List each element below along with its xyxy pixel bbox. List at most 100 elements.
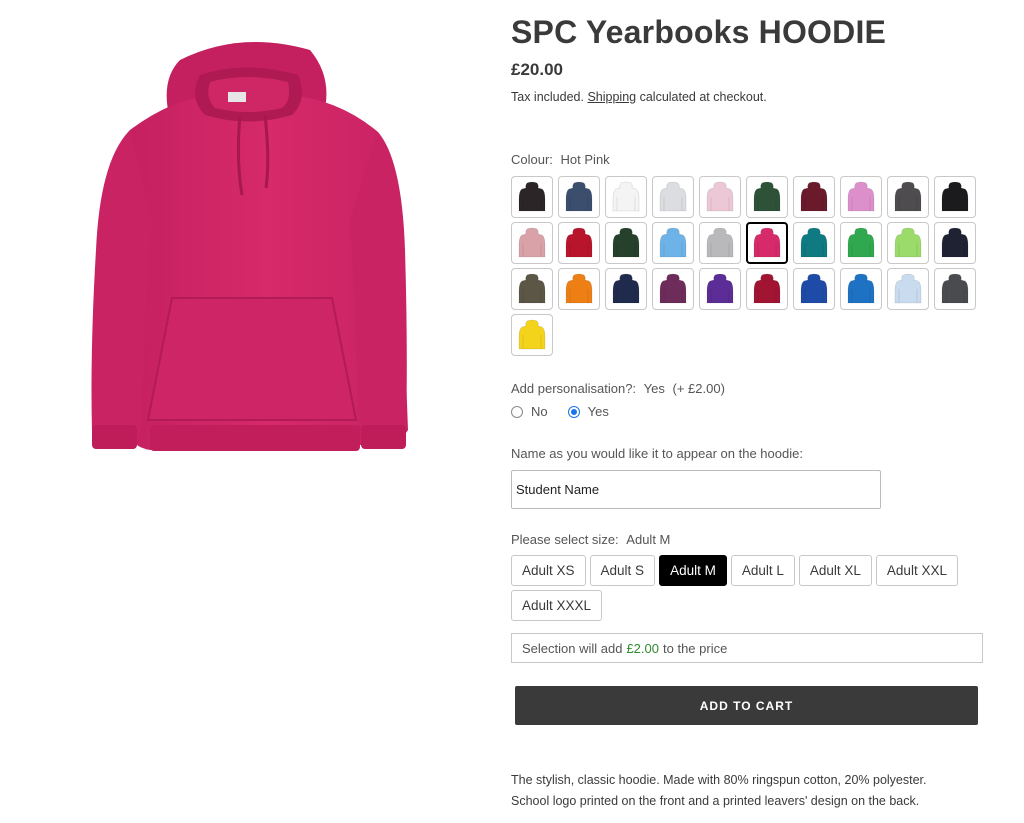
- size-button-adult-xxl[interactable]: Adult XXL: [875, 555, 958, 586]
- radio-yes[interactable]: [567, 405, 580, 418]
- colour-swatch-hot-pink[interactable]: [746, 222, 788, 264]
- colour-label-row: Colour: Hot Pink: [511, 152, 610, 167]
- hoodie-swatch-icon: [847, 273, 875, 304]
- colour-swatch-sky-blue[interactable]: [652, 222, 694, 264]
- colour-swatch-sky[interactable]: [887, 268, 929, 310]
- hoodie-swatch-icon: [706, 273, 734, 304]
- colour-swatch-kelly-green[interactable]: [840, 222, 882, 264]
- radio-no[interactable]: [511, 405, 523, 418]
- hoodie-swatch-icon: [847, 227, 875, 258]
- size-label: Please select size:: [511, 532, 619, 547]
- hoodie-swatch-icon: [941, 273, 969, 304]
- size-button-adult-s[interactable]: Adult S: [589, 555, 656, 586]
- hoodie-swatch-icon: [659, 227, 687, 258]
- hoodie-swatch-icon: [894, 273, 922, 304]
- hoodie-swatch-icon: [518, 273, 546, 304]
- personalisation-selected-value: Yes: [643, 381, 665, 396]
- personalisation-option-no[interactable]: No: [511, 404, 548, 419]
- hoodie-swatch-icon: [612, 181, 640, 212]
- colour-swatch-dusty-pink[interactable]: [511, 222, 553, 264]
- colour-swatch-oxford-navy[interactable]: [605, 268, 647, 310]
- colour-swatch-forest-green[interactable]: [605, 222, 647, 264]
- colour-swatch-lime-green[interactable]: [887, 222, 929, 264]
- colour-swatch-charcoal[interactable]: [887, 176, 929, 218]
- hoodie-swatch-icon: [565, 227, 593, 258]
- hoodie-swatch-icon: [847, 181, 875, 212]
- description-line-2: School logo printed on the front and a p…: [511, 794, 920, 808]
- price-note-prefix: Selection will add: [522, 640, 623, 656]
- colour-selected-value: Hot Pink: [560, 152, 610, 167]
- hoodie-swatch-icon: [612, 227, 640, 258]
- colour-swatch-jade[interactable]: [793, 222, 835, 264]
- hoodie-swatch-icon: [753, 227, 781, 258]
- colour-swatch-burgundy[interactable]: [793, 176, 835, 218]
- personalisation-label: Add personalisation?:: [511, 381, 637, 396]
- personalisation-radio-group: No Yes: [511, 404, 629, 419]
- colour-swatch-bottle-green[interactable]: [746, 176, 788, 218]
- colour-swatch-red-hot-chilli[interactable]: [746, 268, 788, 310]
- hoodie-swatch-icon: [800, 181, 828, 212]
- colour-swatch-airforce-blue[interactable]: [558, 176, 600, 218]
- tax-note: Tax included. Shipping calculated at che…: [511, 90, 767, 104]
- personalisation-option-yes[interactable]: Yes: [567, 404, 609, 419]
- size-button-adult-l[interactable]: Adult L: [730, 555, 795, 586]
- size-button-adult-xl[interactable]: Adult XL: [798, 555, 872, 586]
- shipping-link[interactable]: Shipping: [587, 90, 636, 104]
- hoodie-swatch-icon: [659, 273, 687, 304]
- size-button-adult-xs[interactable]: Adult XS: [511, 555, 586, 586]
- name-field-label: Name as you would like it to appear on t…: [511, 446, 803, 461]
- hoodie-swatch-icon: [894, 227, 922, 258]
- size-button-adult-xxxl[interactable]: Adult XXXL: [511, 590, 603, 621]
- price-note-suffix: to the price: [663, 640, 728, 656]
- size-button-adult-m[interactable]: Adult M: [659, 555, 727, 586]
- colour-swatch-baby-pink[interactable]: [699, 176, 741, 218]
- hoodie-swatch-icon: [518, 181, 546, 212]
- colour-swatch-fire-red[interactable]: [558, 222, 600, 264]
- colour-swatch-ash[interactable]: [652, 176, 694, 218]
- hoodie-illustration: [91, 42, 409, 451]
- radio-yes-label: Yes: [587, 404, 609, 419]
- size-label-row: Please select size: Adult M: [511, 532, 670, 547]
- product-price: £20.00: [511, 60, 563, 79]
- colour-swatch-sapphire-blue[interactable]: [840, 268, 882, 310]
- colour-swatch-new-french-navy[interactable]: [934, 222, 976, 264]
- colour-swatch-heather-grey[interactable]: [699, 222, 741, 264]
- colour-swatch-arctic-white[interactable]: [605, 176, 647, 218]
- hoodie-swatch-icon: [518, 227, 546, 258]
- tax-prefix: Tax included.: [511, 90, 584, 104]
- colour-swatch-black-smoke[interactable]: [511, 176, 553, 218]
- hoodie-swatch-icon: [518, 319, 546, 350]
- colour-swatch-grid: [511, 176, 981, 356]
- hoodie-swatch-icon: [659, 181, 687, 212]
- add-to-cart-button[interactable]: ADD TO CART: [515, 686, 978, 725]
- hoodie-swatch-icon: [941, 227, 969, 258]
- hoodie-swatch-icon: [565, 273, 593, 304]
- colour-swatch-plum[interactable]: [652, 268, 694, 310]
- colour-label: Colour:: [511, 152, 553, 167]
- hoodie-swatch-icon: [941, 181, 969, 212]
- hoodie-swatch-icon: [753, 181, 781, 212]
- tax-suffix: calculated at checkout.: [639, 90, 767, 104]
- radio-no-label: No: [531, 404, 548, 419]
- price-note-amount: £2.00: [626, 640, 659, 656]
- colour-swatch-deep-black[interactable]: [934, 176, 976, 218]
- colour-swatch-candyfloss-pink[interactable]: [840, 176, 882, 218]
- hoodie-swatch-icon: [800, 273, 828, 304]
- hoodie-swatch-icon: [894, 181, 922, 212]
- hoodie-swatch-icon: [565, 181, 593, 212]
- hoodie-swatch-icon: [706, 181, 734, 212]
- price-add-note: Selection will add £2.00 to the price: [511, 633, 983, 663]
- colour-swatch-sun-yellow[interactable]: [511, 314, 553, 356]
- hoodie-swatch-icon: [800, 227, 828, 258]
- product-description: The stylish, classic hoodie. Made with 8…: [511, 770, 991, 812]
- size-button-group: Adult XS Adult S Adult M Adult L Adult X…: [511, 555, 981, 621]
- colour-swatch-storm-grey[interactable]: [934, 268, 976, 310]
- hoodie-swatch-icon: [706, 227, 734, 258]
- name-input[interactable]: [511, 470, 881, 509]
- colour-swatch-purple[interactable]: [699, 268, 741, 310]
- colour-swatch-orange-crush[interactable]: [558, 268, 600, 310]
- personalisation-extra: (+ £2.00): [672, 381, 725, 396]
- colour-swatch-royal-blue[interactable]: [793, 268, 835, 310]
- colour-swatch-olive-green[interactable]: [511, 268, 553, 310]
- product-image[interactable]: [60, 20, 440, 490]
